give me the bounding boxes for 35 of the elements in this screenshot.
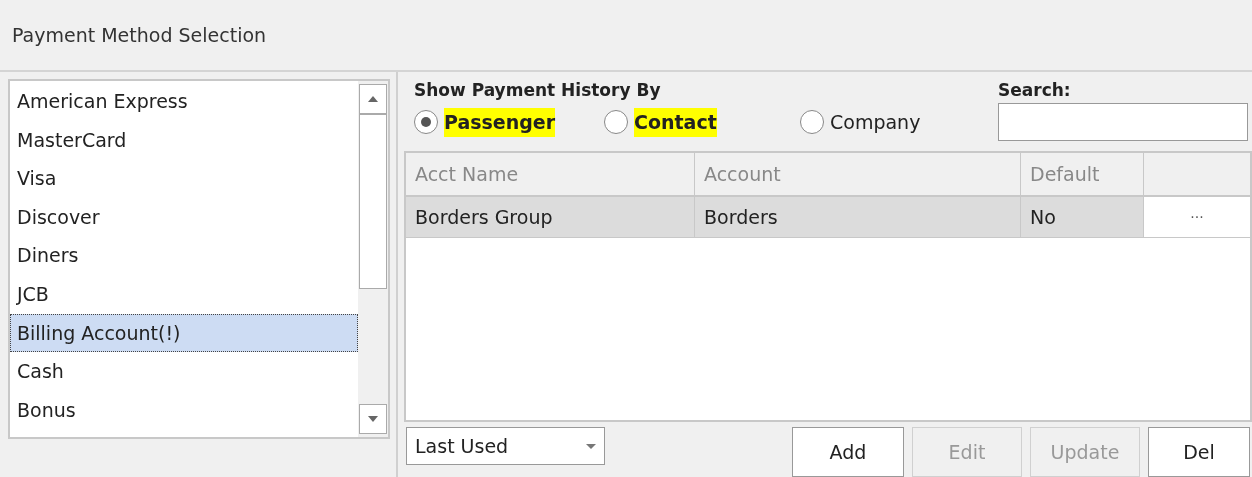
- radio-button[interactable]: [414, 110, 438, 135]
- payment-method-item[interactable]: Cash: [10, 352, 358, 391]
- radio-option[interactable]: Passenger: [414, 108, 604, 137]
- scroll-down-button[interactable]: [359, 404, 387, 434]
- payment-method-item[interactable]: MasterCard: [10, 120, 358, 160]
- window-title: Payment Method Selection: [12, 22, 267, 48]
- radio-option[interactable]: Company: [800, 108, 921, 137]
- table-cell: Borders: [695, 197, 1021, 238]
- radio-button[interactable]: [604, 110, 628, 135]
- action-button[interactable]: Add: [792, 427, 904, 477]
- radio-label: Contact: [634, 108, 717, 137]
- payment-method-item[interactable]: American Express: [10, 82, 358, 121]
- payment-method-item[interactable]: Visa: [10, 159, 358, 198]
- down-arrow-icon: [368, 416, 378, 422]
- caret-icon: [586, 443, 596, 449]
- scroll-thumb[interactable]: [359, 114, 387, 289]
- section-heading: Show Payment History By: [414, 79, 662, 102]
- scroll-up-button[interactable]: [359, 84, 387, 114]
- radio-label: Company: [830, 110, 921, 135]
- payment-method-item[interactable]: Diners: [10, 236, 358, 275]
- search-label: Search:: [998, 79, 1072, 102]
- payment-method-item[interactable]: Billing Account(!): [10, 313, 358, 353]
- radio-button[interactable]: [800, 110, 824, 135]
- radio-label: Passenger: [444, 108, 556, 137]
- radio-option[interactable]: Contact: [604, 108, 800, 137]
- payment-method-item[interactable]: Bonus: [10, 390, 358, 430]
- payment-method-item[interactable]: JCB: [10, 274, 358, 314]
- table-cell: No: [1021, 197, 1144, 238]
- search-field[interactable]: [998, 103, 1248, 141]
- up-arrow-icon: [368, 96, 378, 102]
- payment-method-item[interactable]: Discover: [10, 197, 358, 237]
- scrollbar[interactable]: [358, 81, 388, 437]
- sort-dropdown[interactable]: Last Used: [406, 427, 605, 465]
- table-cell: Borders Group: [406, 197, 695, 238]
- action-button[interactable]: Del: [1148, 427, 1250, 477]
